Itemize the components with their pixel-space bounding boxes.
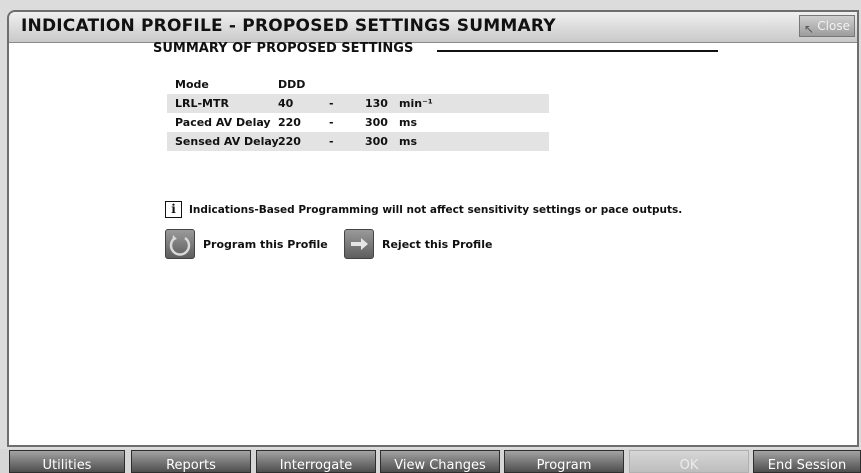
setting-range-dash: - xyxy=(329,116,334,129)
view-changes-button[interactable]: View Changes xyxy=(380,450,500,473)
setting-unit: ms xyxy=(399,116,418,129)
setting-value-low: 220 xyxy=(278,135,301,148)
program-profile-button[interactable]: Program this Profile xyxy=(165,229,345,259)
setting-range-dash: - xyxy=(329,97,334,110)
program-button[interactable]: Program xyxy=(504,450,624,473)
reject-profile-icon xyxy=(344,229,374,259)
settings-row-mode: Mode DDD xyxy=(167,75,549,94)
setting-value-low: 40 xyxy=(278,97,294,110)
program-profile-label: Program this Profile xyxy=(203,238,328,251)
settings-row-lrl-mtr: LRL-MTR 40 - 130 min⁻¹ xyxy=(167,94,549,113)
settings-row-paced-av-delay: Paced AV Delay 220 - 300 ms xyxy=(167,113,549,132)
ok-button[interactable]: OK xyxy=(629,450,749,473)
settings-row-sensed-av-delay: Sensed AV Delay 220 - 300 ms xyxy=(167,132,549,151)
info-icon: i xyxy=(165,201,182,218)
settings-table: Mode DDD LRL-MTR 40 - 130 min⁻¹ Paced AV… xyxy=(167,75,549,151)
close-icon: ↖ xyxy=(804,22,815,36)
setting-label: Paced AV Delay xyxy=(175,116,271,129)
heading-rule xyxy=(437,50,718,52)
setting-label: Mode xyxy=(175,78,209,91)
setting-value: DDD xyxy=(278,78,306,91)
setting-range-dash: - xyxy=(329,135,334,148)
setting-unit: min⁻¹ xyxy=(399,97,433,110)
title-bar: INDICATION PROFILE - PROPOSED SETTINGS S… xyxy=(9,12,857,43)
end-session-button[interactable]: End Session xyxy=(753,450,861,473)
setting-value-high: 130 xyxy=(365,97,388,110)
interrogate-button[interactable]: Interrogate xyxy=(256,450,376,473)
setting-label: Sensed AV Delay xyxy=(175,135,279,148)
reports-button[interactable]: Reports xyxy=(131,450,251,473)
summary-heading: SUMMARY OF PROPOSED SETTINGS xyxy=(153,41,414,56)
program-profile-icon xyxy=(165,229,195,259)
setting-label: LRL-MTR xyxy=(175,97,229,110)
setting-value-high: 300 xyxy=(365,116,388,129)
setting-value-low: 220 xyxy=(278,116,301,129)
utilities-button[interactable]: Utilities xyxy=(9,450,125,473)
window-title: INDICATION PROFILE - PROPOSED SETTINGS S… xyxy=(21,16,556,36)
setting-value-high: 300 xyxy=(365,135,388,148)
info-text: Indications-Based Programming will not a… xyxy=(189,204,683,216)
reject-profile-label: Reject this Profile xyxy=(382,238,493,251)
reject-profile-button[interactable]: Reject this Profile xyxy=(344,229,504,259)
close-label: Close xyxy=(817,19,850,33)
setting-unit: ms xyxy=(399,135,418,148)
close-button[interactable]: ↖ Close xyxy=(799,15,855,37)
